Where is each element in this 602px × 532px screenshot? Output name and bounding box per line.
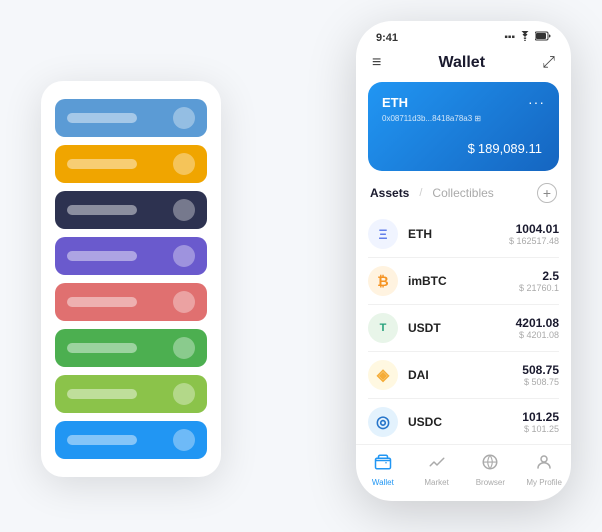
profile-nav-icon bbox=[535, 453, 553, 476]
asset-values-usdt: 4201.08 $ 4201.08 bbox=[516, 316, 559, 340]
usdt-icon: T bbox=[368, 313, 398, 343]
card-label bbox=[67, 205, 137, 215]
asset-name-usdt: USDT bbox=[408, 321, 516, 335]
tab-collectibles[interactable]: Collectibles bbox=[432, 186, 493, 200]
asset-usd-usdt: $ 4201.08 bbox=[516, 330, 559, 340]
eth-card[interactable]: ETH ··· 0x08711d3b...8418a78a3 ⊞ $189,08… bbox=[368, 82, 559, 171]
card-label bbox=[67, 113, 137, 123]
card-icon bbox=[173, 107, 195, 129]
card-label bbox=[67, 297, 137, 307]
stack-card-blue2[interactable] bbox=[55, 421, 207, 459]
eth-card-address: 0x08711d3b...8418a78a3 ⊞ bbox=[382, 114, 545, 123]
status-bar: 9:41 ▪▪▪ bbox=[356, 21, 571, 48]
eth-card-menu[interactable]: ··· bbox=[528, 94, 545, 110]
card-icon bbox=[173, 199, 195, 221]
asset-amount-usdt: 4201.08 bbox=[516, 316, 559, 330]
stack-card-red[interactable] bbox=[55, 283, 207, 321]
asset-item-usdt[interactable]: T USDT 4201.08 $ 4201.08 bbox=[368, 305, 559, 352]
asset-values-eth: 1004.01 $ 162517.48 bbox=[509, 222, 559, 246]
asset-usd-eth: $ 162517.48 bbox=[509, 236, 559, 246]
browser-nav-icon bbox=[481, 453, 499, 476]
stack-card-purple[interactable] bbox=[55, 237, 207, 275]
nav-market-label: Market bbox=[424, 478, 448, 487]
asset-usd-dai: $ 508.75 bbox=[522, 377, 559, 387]
scene: 9:41 ▪▪▪ ≡ Wallet ⤢ ETH ··· bbox=[21, 21, 581, 511]
card-icon bbox=[173, 153, 195, 175]
wallet-nav-icon bbox=[374, 453, 392, 476]
asset-amount-usdc: 101.25 bbox=[522, 410, 559, 424]
signal-icon: ▪▪▪ bbox=[504, 32, 515, 43]
stack-card-blue[interactable] bbox=[55, 99, 207, 137]
card-label bbox=[67, 343, 137, 353]
card-icon bbox=[173, 429, 195, 451]
nav-profile-label: My Profile bbox=[526, 478, 562, 487]
usdc-icon: ◎ bbox=[368, 407, 398, 437]
asset-name-imbtc: imBTC bbox=[408, 274, 519, 288]
card-label bbox=[67, 251, 137, 261]
asset-name-usdc: USDC bbox=[408, 415, 522, 429]
asset-usd-usdc: $ 101.25 bbox=[522, 424, 559, 434]
eth-card-top: ETH ··· bbox=[382, 94, 545, 110]
page-title: Wallet bbox=[439, 54, 486, 72]
bottom-nav: Wallet Market Browser My Profile bbox=[356, 444, 571, 501]
card-label bbox=[67, 389, 137, 399]
phone: 9:41 ▪▪▪ ≡ Wallet ⤢ ETH ··· bbox=[356, 21, 571, 501]
asset-usd-imbtc: $ 21760.1 bbox=[519, 283, 559, 293]
nav-browser[interactable]: Browser bbox=[464, 453, 518, 487]
eth-card-name: ETH bbox=[382, 95, 408, 110]
stack-card-dark[interactable] bbox=[55, 191, 207, 229]
card-icon bbox=[173, 337, 195, 359]
battery-icon bbox=[535, 31, 551, 44]
asset-values-usdc: 101.25 $ 101.25 bbox=[522, 410, 559, 434]
eth-card-balance: $189,089.11 bbox=[382, 133, 545, 159]
card-icon bbox=[173, 291, 195, 313]
card-label bbox=[67, 435, 137, 445]
asset-list: Ξ ETH 1004.01 $ 162517.48 ₿ imBTC 2.5 $ … bbox=[356, 211, 571, 444]
asset-values-imbtc: 2.5 $ 21760.1 bbox=[519, 269, 559, 293]
card-label bbox=[67, 159, 137, 169]
asset-values-dai: 508.75 $ 508.75 bbox=[522, 363, 559, 387]
asset-amount-imbtc: 2.5 bbox=[519, 269, 559, 283]
card-icon bbox=[173, 383, 195, 405]
tab-assets[interactable]: Assets bbox=[370, 186, 409, 200]
card-icon bbox=[173, 245, 195, 267]
asset-name-dai: DAI bbox=[408, 368, 522, 382]
nav-profile[interactable]: My Profile bbox=[517, 453, 571, 487]
assets-tabs-left: Assets / Collectibles bbox=[370, 186, 494, 200]
add-asset-button[interactable]: + bbox=[537, 183, 557, 203]
scan-icon[interactable]: ⤢ bbox=[542, 54, 555, 72]
stack-card-green[interactable] bbox=[55, 329, 207, 367]
asset-amount-dai: 508.75 bbox=[522, 363, 559, 377]
nav-wallet-label: Wallet bbox=[372, 478, 394, 487]
dai-icon: ◈ bbox=[368, 360, 398, 390]
nav-market[interactable]: Market bbox=[410, 453, 464, 487]
status-icons: ▪▪▪ bbox=[504, 31, 551, 44]
asset-item-eth[interactable]: Ξ ETH 1004.01 $ 162517.48 bbox=[368, 211, 559, 258]
stack-card-orange[interactable] bbox=[55, 145, 207, 183]
card-stack bbox=[41, 81, 221, 477]
nav-browser-label: Browser bbox=[476, 478, 505, 487]
status-time: 9:41 bbox=[376, 32, 398, 44]
assets-tabs: Assets / Collectibles + bbox=[356, 183, 571, 211]
tab-divider: / bbox=[419, 187, 422, 199]
asset-amount-eth: 1004.01 bbox=[509, 222, 559, 236]
imbtc-icon: ₿ bbox=[368, 266, 398, 296]
eth-icon: Ξ bbox=[368, 219, 398, 249]
stack-card-lightgreen[interactable] bbox=[55, 375, 207, 413]
asset-item-usdc[interactable]: ◎ USDC 101.25 $ 101.25 bbox=[368, 399, 559, 444]
phone-header: ≡ Wallet ⤢ bbox=[356, 48, 571, 82]
asset-name-eth: ETH bbox=[408, 227, 509, 241]
asset-item-dai[interactable]: ◈ DAI 508.75 $ 508.75 bbox=[368, 352, 559, 399]
nav-wallet[interactable]: Wallet bbox=[356, 453, 410, 487]
asset-item-imbtc[interactable]: ₿ imBTC 2.5 $ 21760.1 bbox=[368, 258, 559, 305]
market-nav-icon bbox=[428, 453, 446, 476]
wifi-icon bbox=[519, 31, 531, 44]
menu-icon[interactable]: ≡ bbox=[372, 54, 381, 72]
